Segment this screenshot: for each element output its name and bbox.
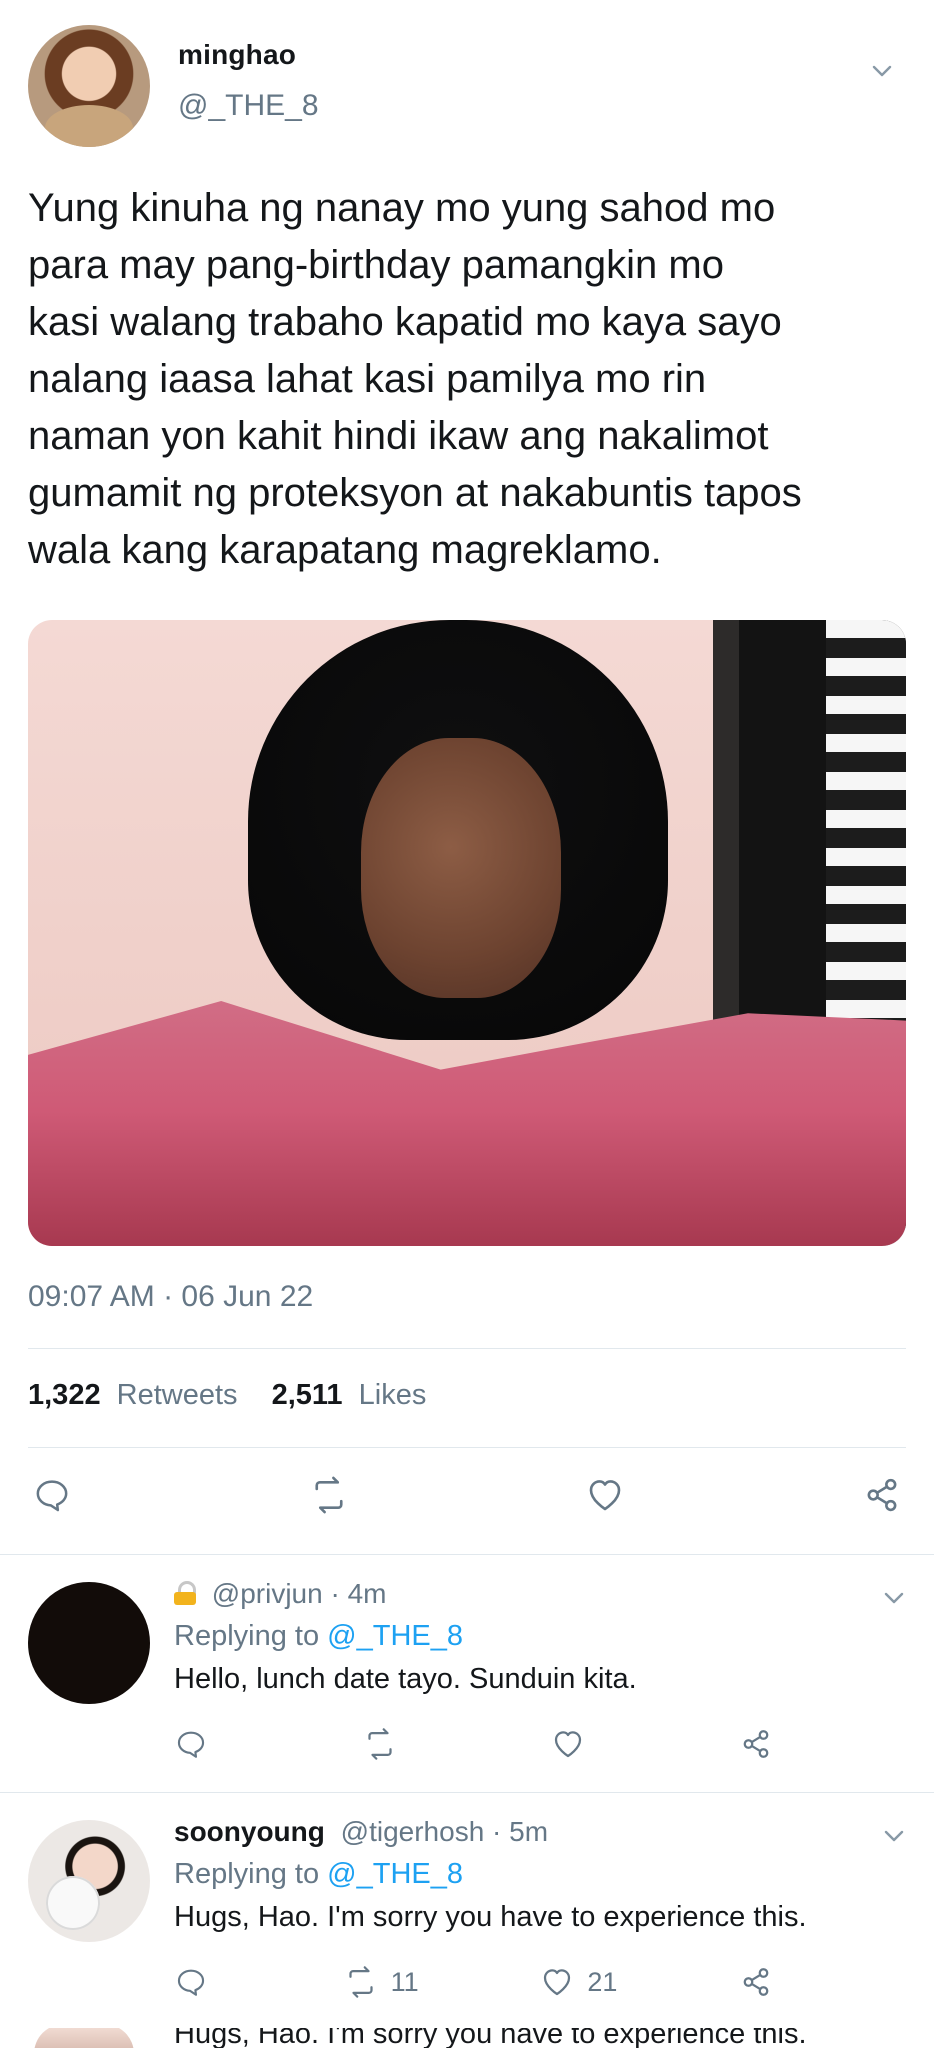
retweet-button[interactable] bbox=[305, 1471, 353, 1519]
heart-icon bbox=[544, 1969, 571, 1996]
likes-label[interactable]: Likes bbox=[359, 1379, 427, 1411]
replying-to: Replying to @_THE_8 bbox=[174, 1620, 463, 1653]
reply-separator: · bbox=[330, 1578, 348, 1609]
retweet-button[interactable]: 11 bbox=[343, 1964, 419, 2000]
likes-count[interactable]: 2,511 bbox=[272, 1379, 343, 1411]
chevron-down-icon[interactable] bbox=[882, 1586, 906, 1610]
reply-item[interactable]: @privjun · 4m Replying to @_THE_8 Hello,… bbox=[0, 1554, 934, 1792]
author-handle[interactable]: @_THE_8 bbox=[178, 89, 319, 123]
reply-handle[interactable]: @privjun bbox=[212, 1578, 323, 1609]
replying-to-link[interactable]: @_THE_8 bbox=[327, 1858, 463, 1890]
tweet-text: Yung kinuha ng nanay mo yung sahod mo pa… bbox=[28, 186, 802, 572]
retweets-count[interactable]: 1,322 bbox=[28, 1379, 101, 1411]
tweet-detail-screen: minghao @_THE_8 Yung kinuha ng nanay mo … bbox=[0, 0, 934, 2048]
replying-to-link[interactable]: @_THE_8 bbox=[327, 1620, 463, 1652]
reply-avatar[interactable] bbox=[28, 1820, 150, 1942]
share-icon bbox=[743, 1968, 769, 1996]
reply-time: 4m bbox=[347, 1578, 387, 1609]
like-button[interactable] bbox=[550, 1726, 598, 1762]
retweets-label[interactable]: Retweets bbox=[117, 1379, 238, 1411]
reply-name[interactable]: soonyoung bbox=[174, 1816, 325, 1847]
share-button[interactable] bbox=[738, 1726, 786, 1762]
share-button[interactable] bbox=[858, 1471, 906, 1519]
reply-actions bbox=[174, 1726, 786, 1762]
reply-item[interactable]: soonyoung @tigerhosh · 5m Replying to @_… bbox=[0, 1792, 934, 2028]
retweet-icon bbox=[368, 1728, 392, 1760]
share-button[interactable] bbox=[738, 1964, 786, 2000]
reply-time: 5m bbox=[509, 1816, 549, 1847]
chevron-down-icon[interactable] bbox=[882, 1824, 906, 1848]
reply-icon bbox=[36, 1480, 68, 1512]
reply-text: Hugs, Hao. I'm sorry you have to experie… bbox=[174, 1901, 807, 1933]
like-button[interactable]: 21 bbox=[539, 1964, 617, 2000]
replying-to: Replying to @_THE_8 bbox=[174, 1858, 463, 1891]
partial-reply-text: Hugs, Hao. I'm sorry you have to experie… bbox=[174, 2028, 807, 2048]
reply-header: soonyoung @tigerhosh · 5m bbox=[174, 1816, 548, 1848]
share-icon bbox=[867, 1478, 897, 1512]
author-name[interactable]: minghao bbox=[178, 39, 296, 71]
image-face bbox=[361, 738, 561, 998]
retweet-count: 11 bbox=[390, 1966, 419, 1997]
reply-button[interactable] bbox=[174, 1965, 222, 1999]
heart-icon bbox=[590, 1480, 621, 1511]
reply-handle[interactable]: @tigerhosh bbox=[341, 1816, 485, 1847]
tweet-timestamp: 09:07 AM · 06 Jun 22 bbox=[28, 1280, 314, 1313]
like-count: 21 bbox=[587, 1966, 618, 1997]
chevron-down-icon[interactable] bbox=[870, 59, 894, 83]
replying-prefix: Replying to bbox=[174, 1858, 320, 1890]
reply-avatar[interactable] bbox=[28, 1582, 150, 1704]
lock-icon bbox=[174, 1581, 196, 1605]
author-avatar[interactable] bbox=[28, 25, 150, 147]
partial-reply-avatar bbox=[34, 2028, 134, 2048]
heart-icon bbox=[554, 1731, 582, 1758]
retweet-button[interactable] bbox=[362, 1726, 410, 1762]
reply-button[interactable] bbox=[174, 1727, 222, 1761]
reply-button[interactable] bbox=[28, 1471, 76, 1519]
tweet-stats: 1,322 Retweets 2,511 Likes bbox=[28, 1379, 452, 1412]
divider bbox=[28, 1447, 906, 1448]
reply-icon bbox=[177, 1731, 205, 1758]
like-button[interactable] bbox=[581, 1471, 629, 1519]
share-icon bbox=[743, 1730, 769, 1758]
reply-text: Hello, lunch date tayo. Sunduin kita. bbox=[174, 1663, 637, 1695]
retweet-icon bbox=[315, 1476, 343, 1514]
reply-separator: · bbox=[492, 1816, 510, 1847]
main-tweet-header: minghao @_THE_8 bbox=[28, 25, 906, 149]
main-tweet-actions bbox=[28, 1470, 906, 1520]
reply-icon bbox=[177, 1969, 205, 1996]
divider bbox=[28, 1348, 906, 1349]
reply-actions: 11 21 bbox=[174, 1964, 786, 2000]
partial-next-reply: Hugs, Hao. I'm sorry you have to experie… bbox=[0, 2028, 934, 2048]
retweet-icon bbox=[349, 1966, 373, 1998]
tweet-image[interactable] bbox=[28, 620, 906, 1246]
replying-prefix: Replying to bbox=[174, 1620, 320, 1652]
reply-header: @privjun · 4m bbox=[174, 1578, 386, 1610]
